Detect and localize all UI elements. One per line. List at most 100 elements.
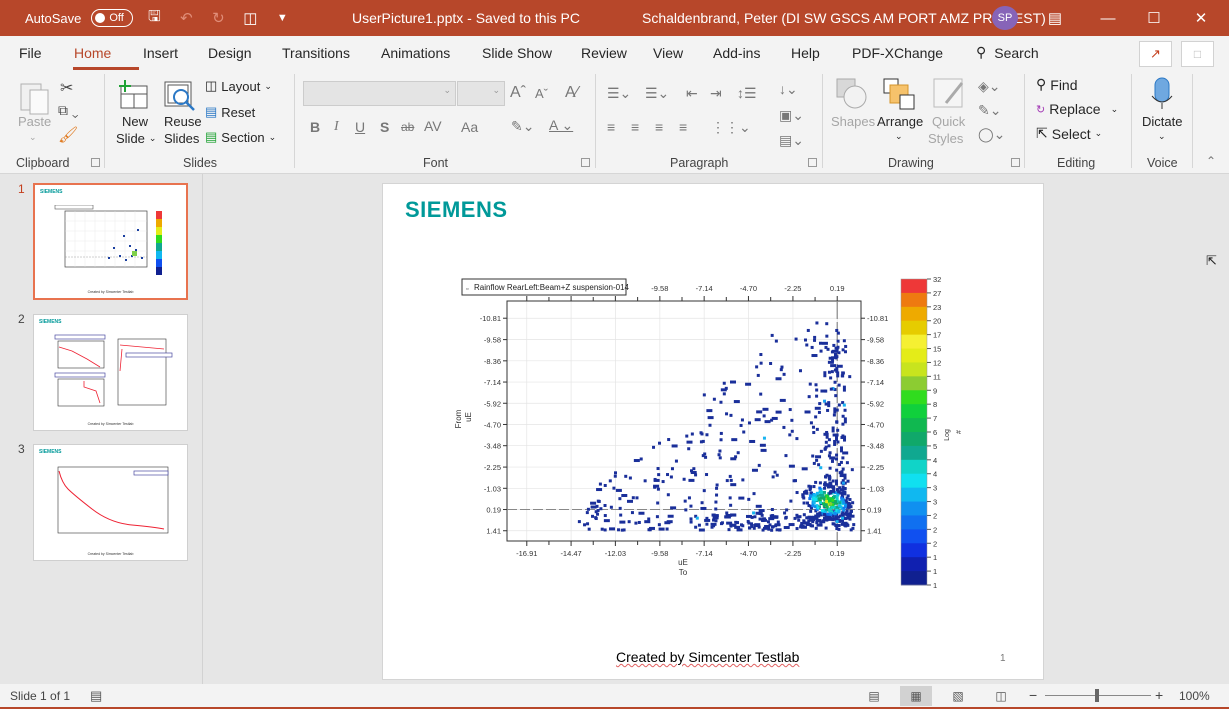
new-slide-label-1[interactable]: New: [122, 114, 148, 129]
decrease-indent-icon[interactable]: ⇤: [686, 85, 698, 102]
slide-thumbnail-3[interactable]: SIEMENS Created by Simcenter Testlab: [33, 444, 188, 561]
font-launcher-icon[interactable]: [581, 158, 590, 167]
tab-review[interactable]: Review: [581, 45, 627, 61]
close-icon[interactable]: ✕: [1178, 0, 1224, 36]
font-size-select[interactable]: ⌄: [457, 81, 505, 106]
increase-indent-icon[interactable]: ⇥: [710, 85, 722, 102]
strikethrough-button[interactable]: ab: [401, 120, 414, 134]
reuse-label-1[interactable]: Reuse: [164, 114, 202, 129]
shape-outline-icon[interactable]: ✎⌄: [978, 102, 1001, 119]
save-icon[interactable]: 🖫: [143, 6, 165, 31]
quick-styles-button[interactable]: Styles: [928, 131, 963, 146]
justify-icon[interactable]: ≡: [679, 119, 687, 135]
align-center-icon[interactable]: ≡: [631, 119, 639, 135]
layout-button[interactable]: ◫ Layout ⌄: [205, 78, 272, 94]
share-button[interactable]: ↗: [1139, 41, 1172, 67]
tab-pdf-xchange[interactable]: PDF-XChange: [852, 45, 943, 61]
search-box[interactable]: ⚲ Search: [976, 44, 1039, 61]
clipboard-launcher-icon[interactable]: [91, 158, 100, 167]
tab-slide-show[interactable]: Slide Show: [482, 45, 552, 61]
increase-font-icon[interactable]: Aˆ: [510, 84, 526, 102]
clear-formatting-icon[interactable]: A∕: [565, 84, 578, 102]
avatar[interactable]: SP: [992, 6, 1018, 30]
user-name[interactable]: Schaldenbrand, Peter (DI SW GSCS AM PORT…: [642, 10, 1046, 26]
minimize-icon[interactable]: —: [1085, 0, 1131, 36]
highlight-icon[interactable]: ✎⌄: [511, 118, 534, 135]
quick-styles-icon[interactable]: [931, 76, 967, 112]
zoom-level[interactable]: 100%: [1179, 689, 1210, 703]
columns-icon[interactable]: ⋮⋮⌄: [711, 119, 751, 136]
paste-icon[interactable]: [17, 78, 51, 118]
shapes-button[interactable]: Shapes: [831, 114, 875, 129]
slideshow-view-button[interactable]: ◫: [985, 686, 1017, 706]
arrange-button[interactable]: Arrange: [877, 114, 923, 129]
format-painter-icon[interactable]: 🖌: [58, 125, 78, 145]
tab-insert[interactable]: Insert: [143, 45, 178, 61]
change-case-button[interactable]: Aa: [461, 119, 478, 135]
dictate-button[interactable]: Dictate: [1142, 114, 1182, 129]
italic-button[interactable]: I: [334, 119, 339, 135]
tab-home[interactable]: Home: [74, 45, 111, 61]
paste-dropdown-icon[interactable]: ⌄: [29, 132, 37, 143]
shape-effects-icon[interactable]: ◯⌄: [978, 126, 1005, 143]
align-left-icon[interactable]: ≡: [607, 119, 615, 135]
drawing-launcher-icon[interactable]: [1011, 158, 1020, 167]
bullets-icon[interactable]: ☰⌄: [607, 85, 631, 102]
reading-view-button[interactable]: ▧: [942, 686, 974, 706]
shadow-button[interactable]: S: [380, 119, 389, 135]
text-direction-icon[interactable]: ↓⌄: [779, 81, 798, 98]
character-spacing-button[interactable]: AV: [424, 118, 442, 134]
tab-help[interactable]: Help: [791, 45, 820, 61]
select-button[interactable]: ⇱ Select ⌄: [1036, 125, 1102, 142]
autosave-toggle[interactable]: Off: [91, 9, 134, 27]
slide-thumbnail-1[interactable]: SIEMENS Created by Simcenter Testlab: [33, 183, 188, 300]
smartart-icon[interactable]: ▤⌄: [779, 132, 804, 149]
new-slide-button[interactable]: Slide ⌄: [116, 131, 156, 146]
zoom-out-button[interactable]: −: [1029, 687, 1037, 703]
reset-button[interactable]: ▤ Reset: [205, 104, 255, 120]
slide-sorter-button[interactable]: ▦: [900, 686, 932, 706]
slide-thumbnail-2[interactable]: SIEMENS Created by Simcenter Testlab: [33, 314, 188, 431]
numbering-icon[interactable]: ☰⌄: [645, 85, 669, 102]
ribbon-display-icon[interactable]: ▤: [1032, 0, 1078, 36]
underline-button[interactable]: U: [355, 119, 365, 135]
zoom-slider-thumb[interactable]: [1095, 689, 1099, 702]
redo-icon[interactable]: ↻: [207, 9, 229, 27]
bold-button[interactable]: B: [310, 119, 320, 135]
quick-styles-label-1[interactable]: Quick: [932, 114, 965, 129]
section-button[interactable]: ▤ Section ⌄: [205, 129, 276, 145]
line-spacing-icon[interactable]: ↕☰: [737, 85, 757, 102]
copy-icon[interactable]: ⧉ ⌄: [58, 102, 79, 119]
replace-button[interactable]: ↻ Replace ⌄: [1036, 101, 1118, 117]
tab-design[interactable]: Design: [208, 45, 252, 61]
shapes-icon[interactable]: [834, 76, 870, 112]
tab-transitions[interactable]: Transitions: [282, 45, 350, 61]
tab-file[interactable]: File: [19, 45, 42, 61]
comments-button[interactable]: □: [1181, 41, 1214, 67]
rainflow-chart[interactable]: -16.91 -14.47 -12.03 -9.58 -7.14 -4.70 -2.25 0.…: [447, 269, 987, 589]
present-icon[interactable]: ◫: [239, 9, 261, 27]
font-color-icon[interactable]: A ⌄: [549, 117, 573, 134]
decrease-font-icon[interactable]: Aˇ: [535, 86, 548, 101]
accessibility-icon[interactable]: ▤: [90, 688, 102, 704]
find-button[interactable]: ⚲ Find: [1036, 76, 1078, 93]
arrange-icon[interactable]: [881, 76, 917, 112]
new-slide-icon[interactable]: [117, 78, 151, 112]
paste-button[interactable]: Paste: [18, 114, 51, 129]
zoom-in-button[interactable]: +: [1155, 687, 1163, 703]
tab-add-ins[interactable]: Add-ins: [713, 45, 760, 61]
align-right-icon[interactable]: ≡: [655, 119, 663, 135]
tab-animations[interactable]: Animations: [381, 45, 450, 61]
tab-view[interactable]: View: [653, 45, 683, 61]
align-text-icon[interactable]: ▣⌄: [779, 107, 804, 124]
paragraph-launcher-icon[interactable]: [808, 158, 817, 167]
collapse-ribbon-icon[interactable]: ⌃: [1206, 154, 1216, 168]
reuse-slides-button[interactable]: Slides: [164, 131, 199, 146]
customize-qat-icon[interactable]: ▼: [271, 12, 293, 24]
slide[interactable]: SIEMENS -16.91 -14.47 -12.03 -9.58 -7.14 -4.7…: [382, 183, 1044, 680]
cut-icon[interactable]: ✂: [60, 78, 73, 98]
undo-icon[interactable]: ↶: [175, 9, 197, 27]
shape-fill-icon[interactable]: ◈⌄: [978, 78, 1001, 95]
normal-view-button[interactable]: ▤: [858, 686, 890, 706]
maximize-icon[interactable]: ☐: [1131, 0, 1177, 36]
